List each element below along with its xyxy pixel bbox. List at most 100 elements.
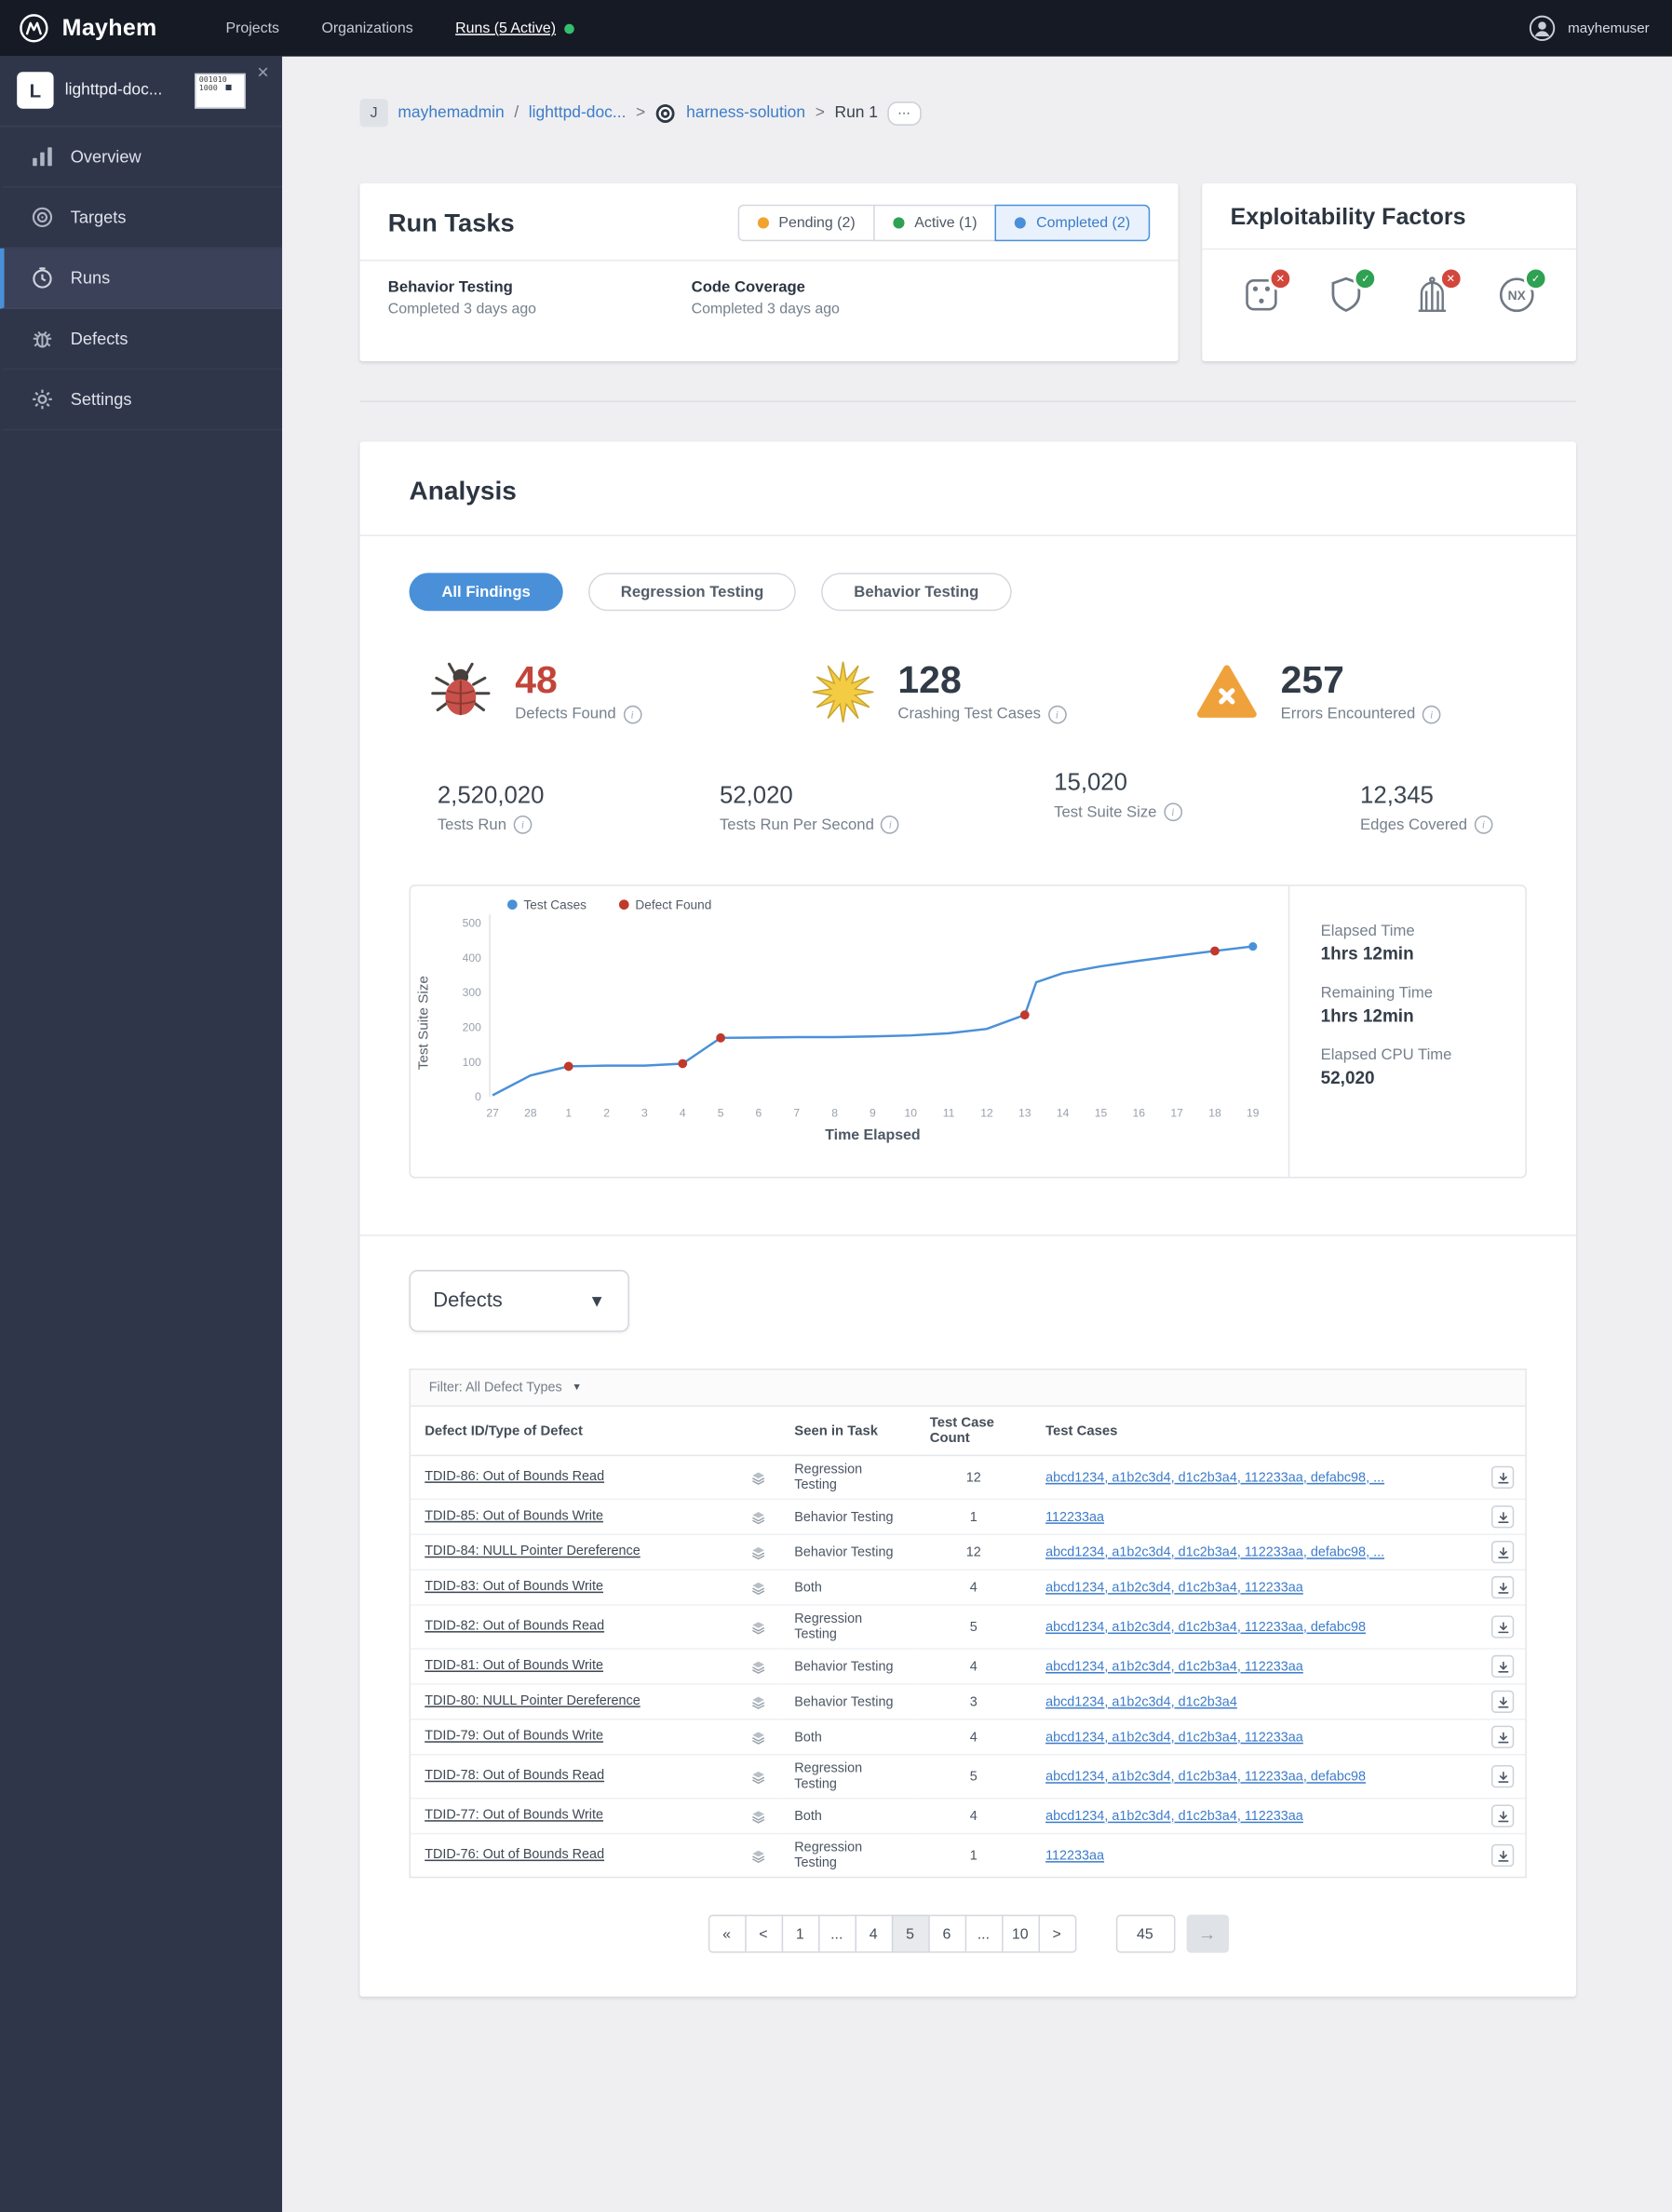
chart-icon [31, 145, 53, 168]
page-button-[interactable]: < [744, 1914, 783, 1953]
test-case-links[interactable]: abcd1234, a1b2c3d4, d1c2b3a4, 112233aa [1045, 1808, 1303, 1824]
test-case-links[interactable]: abcd1234, a1b2c3d4, d1c2b3a4, 112233aa, … [1045, 1544, 1384, 1560]
download-button[interactable] [1490, 1615, 1515, 1639]
layers-icon[interactable] [750, 1470, 766, 1486]
page-jump-input[interactable] [1115, 1914, 1175, 1953]
info-icon[interactable]: i [1164, 803, 1182, 822]
download-button[interactable] [1490, 1690, 1515, 1713]
filter-pill-regression-testing[interactable]: Regression Testing [587, 573, 797, 612]
layers-icon[interactable] [750, 1730, 766, 1746]
defect-link[interactable]: TDID-78: Out of Bounds Read [425, 1768, 604, 1784]
sidebar-close-icon[interactable]: ✕ [257, 65, 270, 82]
col-header-seen-in-task: Seen in Task [780, 1407, 916, 1457]
page-button-6[interactable]: 6 [927, 1914, 966, 1953]
seen-in-task: Both [780, 1719, 916, 1756]
layers-icon[interactable] [750, 1694, 766, 1710]
page-button-[interactable]: ... [964, 1914, 1003, 1953]
topbar-nav-organizations[interactable]: Organizations [321, 20, 412, 36]
defect-link[interactable]: TDID-80: NULL Pointer Dereference [425, 1693, 640, 1709]
download-button[interactable] [1490, 1843, 1515, 1868]
download-button[interactable] [1490, 1765, 1515, 1788]
layers-icon[interactable] [750, 1659, 766, 1675]
test-case-links[interactable]: 112233aa [1045, 1509, 1104, 1525]
defect-link[interactable]: TDID-84: NULL Pointer Dereference [425, 1544, 640, 1559]
page-button-10[interactable]: 10 [1001, 1914, 1040, 1953]
run-tasks-tab-active-1[interactable]: Active (1) [873, 204, 997, 242]
defect-link[interactable]: TDID-76: Out of Bounds Read [425, 1847, 604, 1863]
info-icon[interactable]: i [623, 705, 641, 723]
breadcrumb-separator: / [514, 104, 519, 122]
topbar-user[interactable]: mayhemuser [1529, 14, 1672, 42]
info-icon[interactable]: i [1047, 705, 1067, 723]
defects-dropdown[interactable]: Defects ▼ [409, 1270, 629, 1332]
page-button-[interactable]: > [1037, 1914, 1076, 1953]
layers-icon[interactable] [750, 1770, 766, 1786]
defect-link[interactable]: TDID-79: Out of Bounds Write [425, 1729, 603, 1745]
test-case-links[interactable]: abcd1234, a1b2c3d4, d1c2b3a4, 112233aa, … [1045, 1769, 1366, 1785]
page-button-1[interactable]: 1 [780, 1914, 819, 1953]
download-button[interactable] [1490, 1541, 1515, 1564]
defect-link[interactable]: TDID-81: Out of Bounds Write [425, 1658, 603, 1674]
info-icon[interactable]: i [1422, 705, 1441, 723]
sidebar-item-targets[interactable]: Targets [0, 188, 283, 249]
info-icon[interactable]: i [1474, 816, 1493, 834]
seen-in-task: Regression Testing [780, 1455, 916, 1501]
breadcrumb-link-target[interactable]: harness-solution [686, 104, 805, 121]
sidebar-item-settings[interactable]: Settings [0, 370, 283, 431]
layers-icon[interactable] [750, 1510, 766, 1526]
download-button[interactable] [1490, 1465, 1515, 1489]
test-case-links[interactable]: abcd1234, a1b2c3d4, d1c2b3a4, 112233aa, … [1045, 1470, 1384, 1486]
breadcrumb-more-button[interactable]: ⋯ [887, 101, 922, 126]
download-button[interactable] [1490, 1804, 1515, 1828]
topbar-nav-runs-5-active[interactable]: Runs (5 Active) [455, 20, 574, 36]
filter-pill-behavior-testing[interactable]: Behavior Testing [821, 573, 1012, 612]
chart-plot: 0 100 200 300 400 500 27 28 1 2 3 4 5 6 7 8 9 10 11 12 13 14 1… [411, 886, 1288, 1177]
defect-link[interactable]: TDID-85: Out of Bounds Write [425, 1508, 603, 1524]
sidebar-item-runs[interactable]: Runs [0, 248, 283, 309]
page-jump-go-button[interactable]: → [1185, 1914, 1229, 1953]
sidebar-item-defects[interactable]: Defects [0, 309, 283, 371]
side-stat-label: Elapsed Time [1320, 923, 1415, 940]
test-case-links[interactable]: abcd1234, a1b2c3d4, d1c2b3a4, 112233aa [1045, 1659, 1303, 1675]
run-tasks-tab-completed-2[interactable]: Completed (2) [995, 204, 1151, 242]
test-case-links[interactable]: abcd1234, a1b2c3d4, d1c2b3a4 [1045, 1693, 1237, 1709]
svg-text:11: 11 [943, 1107, 955, 1120]
side-stat-label: Remaining Time [1320, 984, 1434, 1003]
download-button[interactable] [1490, 1654, 1515, 1679]
download-button[interactable] [1490, 1725, 1515, 1748]
defect-type-filter[interactable]: Filter: All Defect Types ▼ [411, 1369, 1526, 1408]
breadcrumb-link-owner[interactable]: mayhemadmin [398, 104, 504, 121]
info-icon[interactable]: i [513, 816, 533, 834]
layers-icon[interactable] [750, 1545, 766, 1561]
defect-link[interactable]: TDID-82: Out of Bounds Read [425, 1618, 604, 1634]
svg-text:1: 1 [565, 1107, 572, 1120]
layers-icon[interactable] [750, 1809, 766, 1825]
test-case-links[interactable]: abcd1234, a1b2c3d4, d1c2b3a4, 112233aa, … [1045, 1619, 1366, 1635]
layers-icon[interactable] [750, 1620, 766, 1636]
filter-pill-all-findings[interactable]: All Findings [409, 573, 563, 612]
page-button-4[interactable]: 4 [854, 1914, 893, 1953]
page-button-5[interactable]: 5 [891, 1914, 930, 1953]
layers-icon[interactable] [750, 1580, 766, 1596]
legend-label: Test Cases [523, 897, 587, 911]
stat-label: Test Suite Size i [1054, 803, 1360, 822]
page-button-[interactable]: ... [817, 1914, 856, 1953]
download-button[interactable] [1490, 1505, 1515, 1529]
defect-link[interactable]: TDID-77: Out of Bounds Write [425, 1807, 603, 1823]
test-case-links[interactable]: abcd1234, a1b2c3d4, d1c2b3a4, 112233aa [1045, 1729, 1303, 1745]
defect-link[interactable]: TDID-83: Out of Bounds Write [425, 1579, 603, 1595]
defect-link[interactable]: TDID-86: Out of Bounds Read [425, 1469, 604, 1485]
run-tasks-card: Run Tasks Pending (2) Active (1) Completed… [359, 183, 1179, 361]
layers-icon[interactable] [750, 1848, 766, 1864]
page-button-[interactable]: « [708, 1914, 746, 1953]
topbar-nav-projects[interactable]: Projects [225, 20, 278, 36]
info-icon[interactable]: i [881, 816, 900, 834]
brand-logo[interactable]: Mayhem [0, 13, 203, 44]
test-case-links[interactable]: 112233aa [1045, 1848, 1104, 1864]
download-button[interactable] [1490, 1575, 1515, 1599]
sidebar-item-overview[interactable]: Overview [0, 127, 283, 188]
breadcrumb-link-project[interactable]: lighttpd-doc... [529, 104, 627, 121]
topbar-nav: Projects Organizations Runs (5 Active) [225, 20, 574, 36]
test-case-links[interactable]: abcd1234, a1b2c3d4, d1c2b3a4, 112233aa [1045, 1580, 1303, 1596]
run-tasks-tab-pending-2[interactable]: Pending (2) [737, 204, 875, 242]
